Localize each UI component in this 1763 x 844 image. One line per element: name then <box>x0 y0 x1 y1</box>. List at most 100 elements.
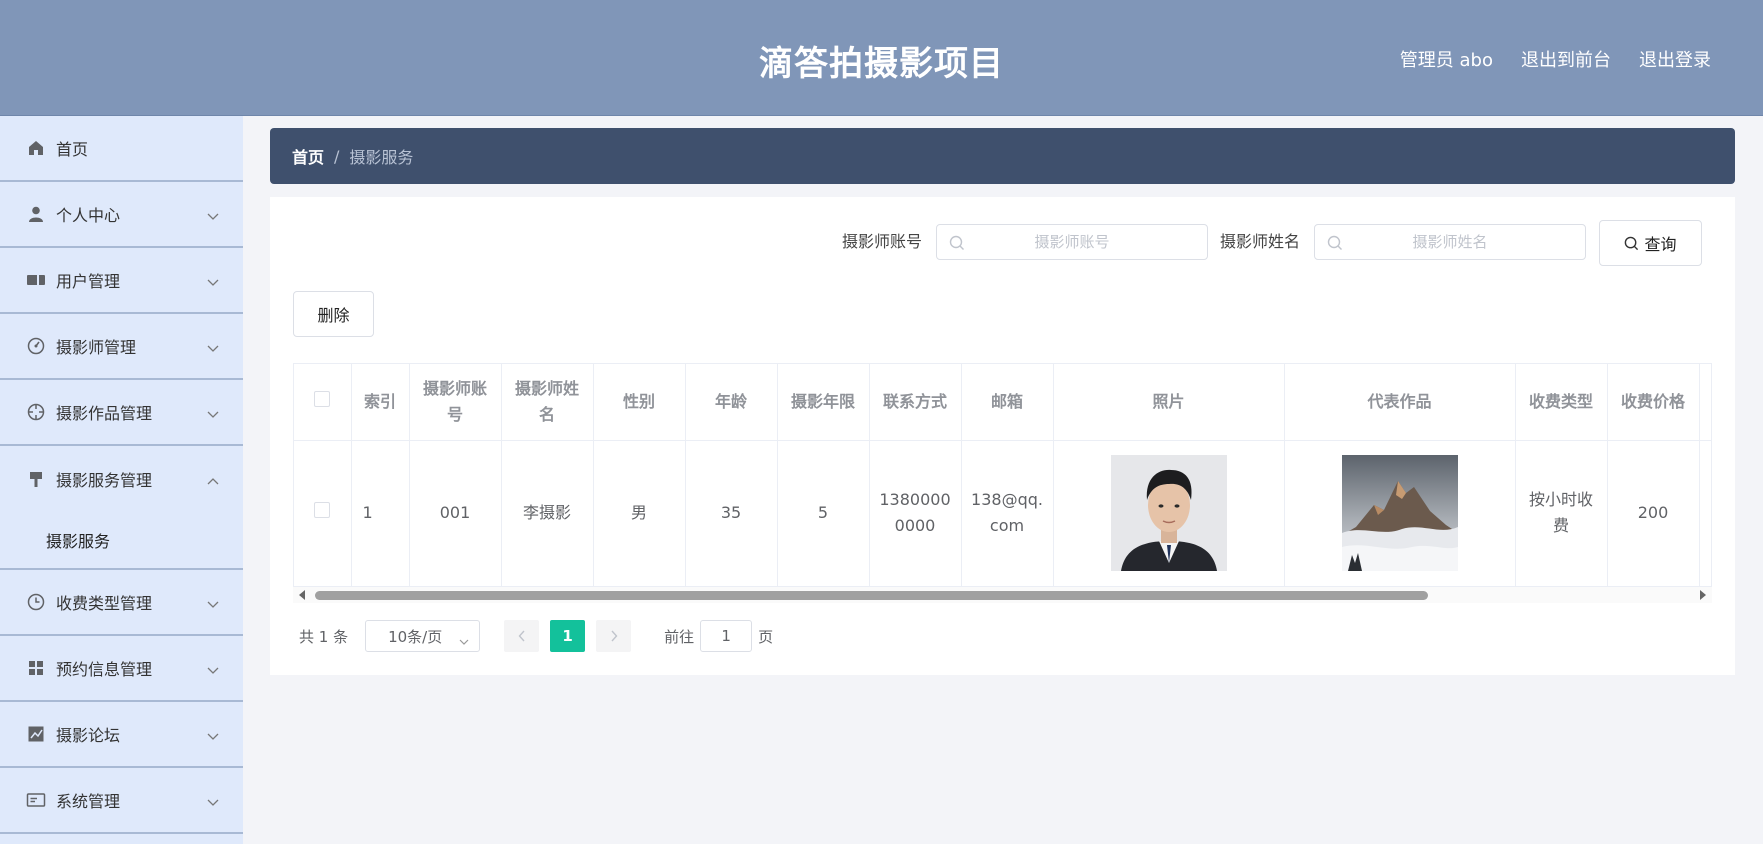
cell-index: 1 <box>351 440 410 587</box>
clock-icon <box>26 592 46 612</box>
total-count: 共 1 条 <box>299 627 349 646</box>
page-size-select[interactable]: 10条/页 <box>365 620 481 652</box>
name-search-label: 摄影师姓名 <box>1220 232 1301 251</box>
query-button-label: 查询 <box>1644 235 1677 254</box>
sidebar-item-label: 摄影师管理 <box>56 338 137 357</box>
breadcrumb-separator: / <box>334 146 340 166</box>
sidebar-item-label: 收费类型管理 <box>56 594 153 613</box>
chevron-right-icon <box>611 630 618 642</box>
sidebar-item-booking-management[interactable]: 预约信息管理 <box>0 636 243 702</box>
sidebar-item-home[interactable]: 首页 <box>0 116 243 182</box>
sidebar-item-label: 摄影服务管理 <box>56 471 153 490</box>
sidebar-item-label: 摄影论坛 <box>56 726 121 745</box>
column-header: 索引 <box>351 364 410 441</box>
search-icon <box>1624 236 1639 251</box>
scroll-right-icon[interactable] <box>1700 590 1706 600</box>
admin-user-link[interactable]: 管理员 abo <box>1400 46 1493 72</box>
cell-name: 李摄影 <box>501 440 594 587</box>
column-header: 摄影师账号 <box>409 364 502 441</box>
sidebar-item-label: 系统管理 <box>56 792 121 811</box>
table-header-row: 索引 摄影师账号 摄影师姓名 性别 年龄 摄影年限 联系方式 邮箱 照片 代表作… <box>294 364 1711 441</box>
dashboard-icon <box>26 336 46 356</box>
page-number-current[interactable]: 1 <box>550 620 586 652</box>
sidebar: 首页 个人中心 用户管理 摄影师管理 摄影作品管理 摄影服务管理 摄影服务 收费… <box>0 116 243 844</box>
column-header: 摄影师姓名 <box>501 364 594 441</box>
sidebar-item-system-management[interactable]: 系统管理 <box>0 768 243 834</box>
cell-fee-type: 按小时收费 <box>1515 440 1608 587</box>
sidebar-item-works-management[interactable]: 摄影作品管理 <box>0 380 243 446</box>
sidebar-item-fee-type-management[interactable]: 收费类型管理 <box>0 570 243 636</box>
back-to-front-link[interactable]: 退出到前台 <box>1521 46 1611 72</box>
column-header: 年龄 <box>685 364 778 441</box>
sidebar-item-personal-center[interactable]: 个人中心 <box>0 182 243 248</box>
chevron-down-icon <box>459 632 469 650</box>
header-links: 管理员 abo 退出到前台 退出登录 <box>1400 46 1711 72</box>
prev-page-button[interactable] <box>504 620 540 652</box>
column-header: 邮箱 <box>961 364 1054 441</box>
sidebar-item-label: 用户管理 <box>56 272 121 291</box>
chevron-down-icon <box>207 272 219 291</box>
delete-button[interactable]: 删除 <box>293 291 374 337</box>
pagination: 共 1 条 10条/页 1 前往 页 <box>299 620 773 652</box>
breadcrumb-home[interactable]: 首页 <box>292 144 324 168</box>
cell-email: 138@qq.com <box>961 440 1054 587</box>
chevron-down-icon <box>207 338 219 357</box>
row-checkbox[interactable] <box>314 502 331 518</box>
sidebar-item-label: 摄影作品管理 <box>56 404 153 423</box>
next-page-button[interactable] <box>596 620 632 652</box>
select-all-cell <box>294 364 352 441</box>
scroll-left-icon[interactable] <box>299 590 305 600</box>
column-header: 收费价格 <box>1607 364 1700 441</box>
mountain-photo[interactable] <box>1341 455 1458 571</box>
sidebar-item-label: 首页 <box>56 140 89 159</box>
page-unit-label: 页 <box>758 627 774 646</box>
home-icon <box>26 138 46 158</box>
search-icon <box>1327 235 1343 255</box>
chevron-down-icon <box>207 404 219 423</box>
cell-representative-work <box>1284 440 1516 587</box>
sidebar-item-photographer-management[interactable]: 摄影师管理 <box>0 314 243 380</box>
ticket-icon <box>26 270 46 290</box>
account-search-input[interactable] <box>937 225 1207 259</box>
sidebar-subitem-photography-service[interactable]: 摄影服务 <box>0 512 243 570</box>
sidebar-item-service-management[interactable]: 摄影服务管理 <box>0 446 243 512</box>
select-all-checkbox[interactable] <box>314 390 331 407</box>
user-icon <box>26 204 46 224</box>
sidebar-item-user-management[interactable]: 用户管理 <box>0 248 243 314</box>
column-header: 照片 <box>1053 364 1285 441</box>
goto-page-input[interactable] <box>700 620 753 652</box>
cell-price: 200 <box>1607 440 1700 587</box>
chevron-up-icon <box>207 470 219 489</box>
query-button[interactable]: 查询 <box>1599 220 1702 266</box>
column-header: 摄影年限 <box>777 364 870 441</box>
chevron-down-icon <box>207 594 219 613</box>
horizontal-scrollbar[interactable] <box>293 587 1712 603</box>
grid-icon <box>26 658 46 678</box>
cell-age: 35 <box>685 440 778 587</box>
sidebar-item-label: 预约信息管理 <box>56 660 153 679</box>
cell-years: 5 <box>777 440 870 587</box>
cell-phone: 13800000000 <box>869 440 962 587</box>
logout-link[interactable]: 退出登录 <box>1639 46 1711 72</box>
portrait-photo[interactable] <box>1110 455 1227 571</box>
breadcrumb: 首页 / 摄影服务 <box>270 128 1735 184</box>
cell-overflow <box>1699 440 1711 587</box>
name-search-box <box>1314 224 1586 260</box>
column-header-overflow <box>1699 364 1711 441</box>
sidebar-item-forum[interactable]: 摄影论坛 <box>0 702 243 768</box>
chevron-down-icon <box>207 792 219 811</box>
brush-icon <box>26 469 46 489</box>
cell-photo <box>1053 440 1285 587</box>
account-search-box <box>936 224 1208 260</box>
chevron-left-icon <box>518 630 525 642</box>
cell-gender: 男 <box>593 440 686 587</box>
column-header: 收费类型 <box>1515 364 1608 441</box>
table-row: 1 001 李摄影 男 35 5 13800000000 138@qq.com <box>294 440 1711 587</box>
column-header: 代表作品 <box>1284 364 1516 441</box>
chevron-down-icon <box>207 660 219 679</box>
card-icon <box>26 790 46 810</box>
name-search-input[interactable] <box>1315 225 1585 259</box>
top-header: 滴答拍摄影项目 管理员 abo 退出到前台 退出登录 <box>0 0 1763 116</box>
scrollbar-thumb[interactable] <box>315 591 1428 600</box>
data-table: 索引 摄影师账号 摄影师姓名 性别 年龄 摄影年限 联系方式 邮箱 照片 代表作… <box>293 363 1712 603</box>
